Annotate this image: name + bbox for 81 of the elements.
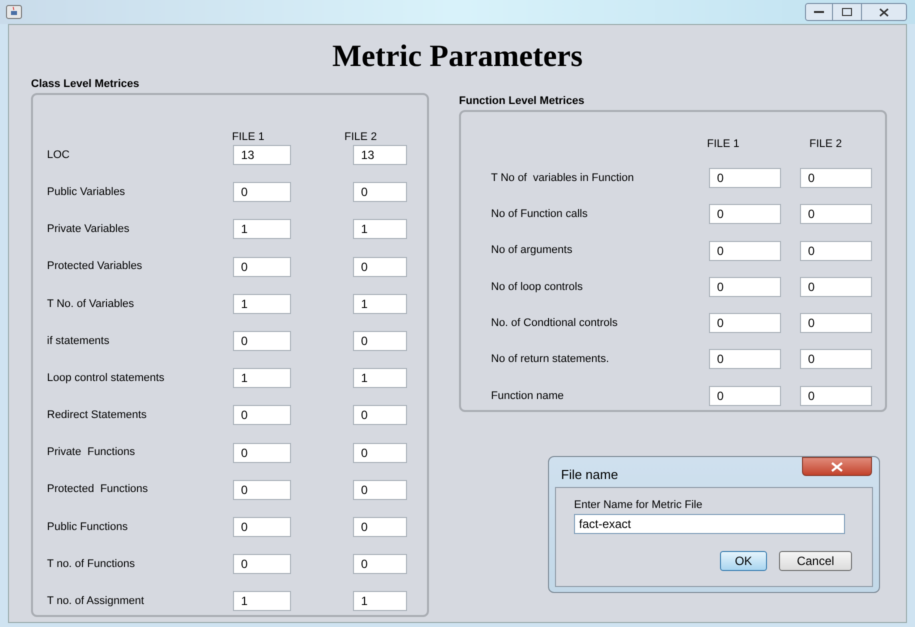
cancel-button[interactable]: Cancel	[779, 551, 852, 571]
metric-label: No of loop controls	[491, 280, 584, 295]
dialog-close-button[interactable]	[802, 457, 872, 476]
metric-field[interactable]: 1	[233, 294, 291, 314]
metric-field[interactable]: 0	[709, 386, 781, 406]
column-header: FILE 2	[344, 130, 377, 143]
cup-icon	[6, 5, 22, 19]
metric-field[interactable]: 1	[353, 219, 407, 240]
metric-field[interactable]: 0	[233, 442, 291, 462]
metric-label: Function name	[491, 388, 565, 404]
metric-field[interactable]: 0	[353, 442, 407, 462]
metric-field[interactable]: 1	[233, 591, 291, 612]
minimize-button[interactable]	[805, 3, 833, 21]
metric-field[interactable]: 0	[233, 516, 291, 537]
column-header: FILE 2	[809, 137, 842, 150]
metric-field[interactable]: 0	[800, 168, 872, 188]
metric-field[interactable]: 1	[233, 219, 291, 240]
column-header: FILE 1	[232, 130, 264, 143]
metric-field[interactable]: 0	[353, 554, 407, 574]
metric-field[interactable]: 13	[353, 145, 407, 165]
metric-field[interactable]: 0	[800, 240, 872, 261]
metric-field[interactable]: 1	[353, 368, 407, 388]
panel-title: Class Level Metrices	[31, 77, 140, 91]
file-name-field[interactable]: fact-exact	[574, 514, 845, 534]
metric-field[interactable]: 0	[800, 313, 872, 334]
metric-field[interactable]: 0	[353, 330, 407, 351]
close-button[interactable]	[861, 3, 907, 21]
metric-field[interactable]: 1	[233, 368, 291, 388]
metric-label: No of arguments	[491, 243, 574, 258]
metric-field[interactable]: 0	[800, 276, 872, 297]
metric-label: No of return statements.	[491, 352, 610, 368]
metric-label: Public Variables	[47, 184, 126, 200]
metric-label: Protected Functions	[47, 482, 149, 498]
metric-label: Private Variables	[47, 222, 130, 238]
metric-label: T No of variables in Function	[491, 170, 635, 186]
metric-field[interactable]: 0	[709, 349, 781, 370]
maximize-icon	[842, 8, 852, 16]
metric-field[interactable]: 0	[353, 480, 407, 500]
minimize-icon	[814, 10, 824, 14]
column-header: FILE 1	[707, 137, 740, 150]
metric-field[interactable]: 0	[709, 313, 781, 334]
metric-label: T no. of Functions	[47, 556, 136, 572]
metric-field[interactable]: 0	[233, 480, 291, 500]
metric-field[interactable]: 0	[353, 182, 407, 202]
metric-label: T No. of Variables	[47, 296, 136, 312]
metric-field[interactable]: 0	[709, 168, 781, 188]
prompt-label: Enter Name for Metric File	[574, 498, 704, 512]
close-icon	[879, 8, 889, 16]
metric-field[interactable]: 0	[233, 256, 291, 277]
metric-label: Public Functions	[47, 520, 129, 535]
metric-label: No of Function calls	[491, 207, 589, 222]
metric-field[interactable]: 0	[233, 182, 291, 202]
metric-field[interactable]: 0	[709, 240, 781, 261]
metric-label: Private Functions	[47, 445, 136, 460]
metric-label: No. of Condtional controls	[491, 316, 619, 331]
metric-field[interactable]: 0	[353, 256, 407, 277]
metric-label: if statements	[47, 334, 110, 349]
metric-label: Protected Variables	[47, 259, 144, 274]
metric-field[interactable]: 1	[353, 591, 407, 612]
panel-title: Function Level Metrices	[459, 94, 586, 108]
maximize-button[interactable]	[833, 3, 861, 21]
metric-field[interactable]: 1	[353, 294, 407, 314]
metric-field[interactable]: 0	[353, 516, 407, 537]
metric-field[interactable]: 0	[353, 405, 407, 426]
close-icon	[831, 462, 843, 472]
metric-field[interactable]: 0	[709, 204, 781, 224]
metric-field[interactable]: 0	[233, 330, 291, 351]
metric-field[interactable]: 0	[709, 276, 781, 297]
ok-button[interactable]: OK	[720, 551, 767, 571]
metric-field[interactable]: 0	[800, 349, 872, 370]
metric-label: T no. of Assignment	[47, 594, 146, 609]
metric-field[interactable]: 0	[800, 204, 872, 224]
page-heading: Metric Parameters	[331, 39, 584, 73]
metric-label: LOC	[47, 148, 71, 163]
metric-label: Redirect Statements	[47, 408, 148, 424]
metric-field[interactable]: 0	[800, 386, 872, 406]
metric-field[interactable]: 13	[233, 145, 291, 165]
metric-field[interactable]: 0	[233, 405, 291, 426]
dialog-title: File name	[561, 466, 618, 484]
metric-label: Loop control statements	[47, 370, 166, 386]
metric-field[interactable]: 0	[233, 554, 291, 574]
